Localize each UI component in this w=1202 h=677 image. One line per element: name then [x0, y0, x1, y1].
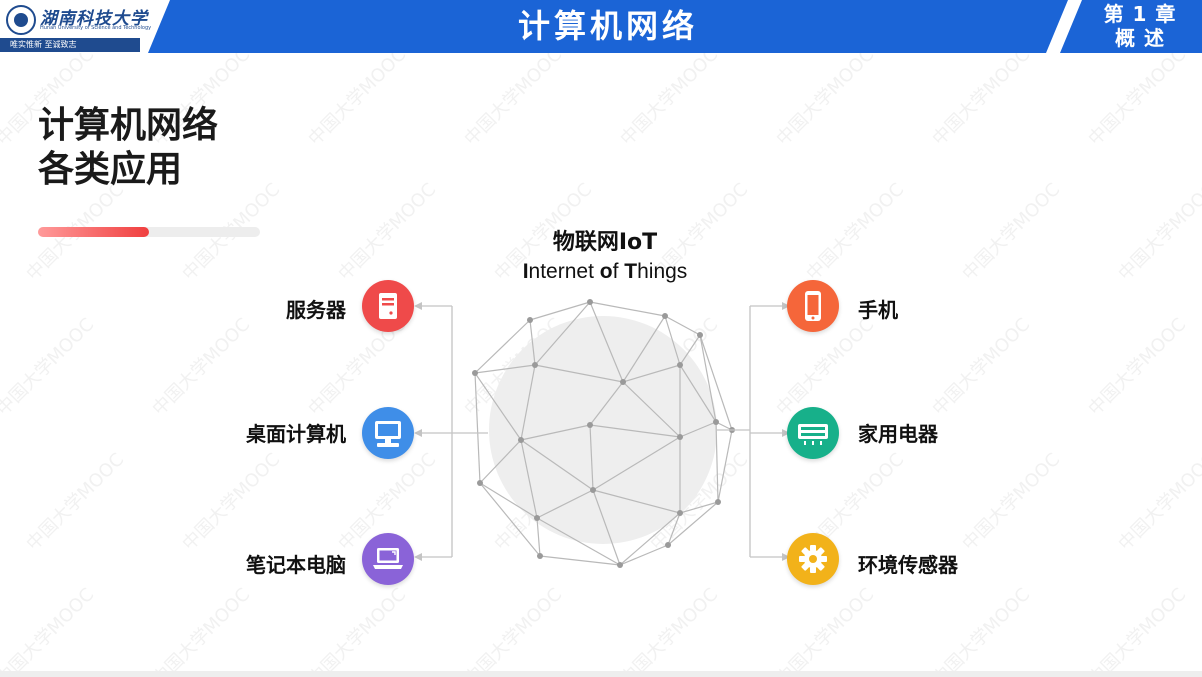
mesh-node: [534, 515, 540, 521]
mesh-node: [697, 332, 703, 338]
air-conditioner-icon: [787, 407, 839, 459]
mesh-edge: [474, 372, 481, 484]
mesh-edge: [539, 555, 621, 566]
mesh-node: [537, 553, 543, 559]
mobile-phone-icon: [787, 280, 839, 332]
iot-subtitle-initial-o: o: [599, 260, 613, 283]
mobile-phone-label: 手机: [858, 298, 898, 322]
mesh-node: [677, 510, 683, 516]
mesh-edge: [715, 421, 719, 503]
environment-sensor-label: 环境传感器: [858, 553, 958, 577]
mesh-node: [587, 422, 593, 428]
mesh-node: [715, 499, 721, 505]
server-label: 服务器: [286, 298, 346, 322]
mesh-node: [518, 437, 524, 443]
mesh-node: [713, 419, 719, 425]
mesh-edge: [529, 301, 591, 321]
mesh-edge: [589, 301, 666, 317]
mesh-node: [620, 379, 626, 385]
mesh-edge: [619, 544, 669, 566]
desktop-icon: [362, 407, 414, 459]
mesh-node: [662, 313, 668, 319]
mesh-node: [527, 317, 533, 323]
mesh-edge: [717, 429, 733, 503]
iot-subtitle: Internet of Things: [460, 260, 750, 284]
laptop-label: 笔记本电脑: [246, 553, 346, 577]
mesh-node: [477, 480, 483, 486]
iot-subtitle-part-f: f: [612, 260, 625, 283]
desktop-label: 桌面计算机: [246, 422, 346, 446]
home-appliance-label: 家用电器: [858, 422, 938, 446]
mesh-node: [587, 299, 593, 305]
mesh-node: [532, 362, 538, 368]
server-icon: [362, 280, 414, 332]
iot-subtitle-initial-t: T: [624, 260, 638, 283]
mesh-node: [677, 362, 683, 368]
iot-title: 物联网IoT: [552, 230, 658, 255]
mesh-node: [617, 562, 623, 568]
mesh-node: [590, 487, 596, 493]
mesh-node: [677, 434, 683, 440]
bottom-strip: [0, 671, 1202, 677]
laptop-icon: [362, 533, 414, 585]
mesh-node: [665, 542, 671, 548]
iot-subtitle-part-internet: nternet: [528, 260, 600, 283]
gear-icon: [787, 533, 839, 585]
mesh-node: [472, 370, 478, 376]
iot-subtitle-part-things: hings: [637, 260, 688, 283]
